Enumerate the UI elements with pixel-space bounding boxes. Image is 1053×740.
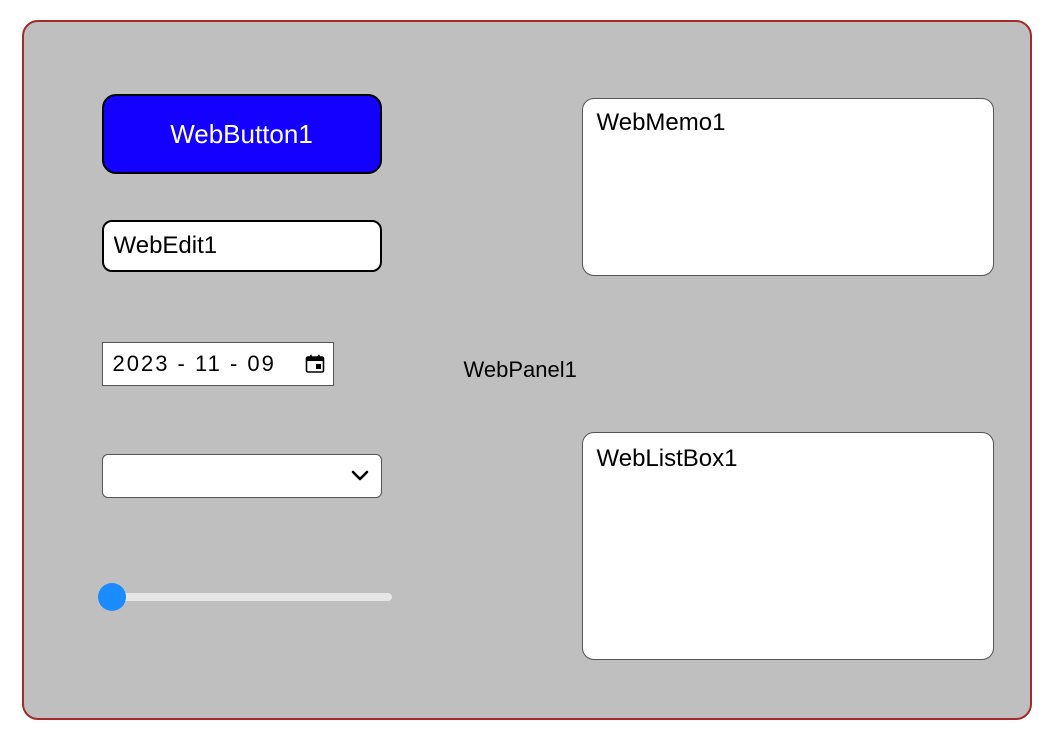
slider-thumb[interactable]: [98, 583, 126, 611]
button-label: WebButton1: [170, 119, 313, 150]
slider-track: [102, 593, 392, 601]
web-button-1[interactable]: WebButton1: [102, 94, 382, 174]
web-list-box-1[interactable]: WebListBox1: [582, 432, 994, 660]
web-edit-1[interactable]: [102, 220, 382, 272]
calendar-icon: [305, 354, 325, 374]
web-track-bar-1[interactable]: [102, 582, 392, 612]
date-value: 2023 - 11 - 09: [113, 351, 305, 377]
web-panel-1: WebPanel1 WebButton1 2023 - 11 - 09: [22, 20, 1032, 720]
web-date-picker-1[interactable]: 2023 - 11 - 09: [102, 342, 334, 386]
panel-caption: WebPanel1: [464, 357, 577, 383]
list-item[interactable]: WebListBox1: [597, 443, 979, 475]
web-combo-box-1[interactable]: [102, 454, 382, 498]
chevron-down-icon: [351, 470, 369, 482]
web-memo-1[interactable]: [582, 98, 994, 276]
